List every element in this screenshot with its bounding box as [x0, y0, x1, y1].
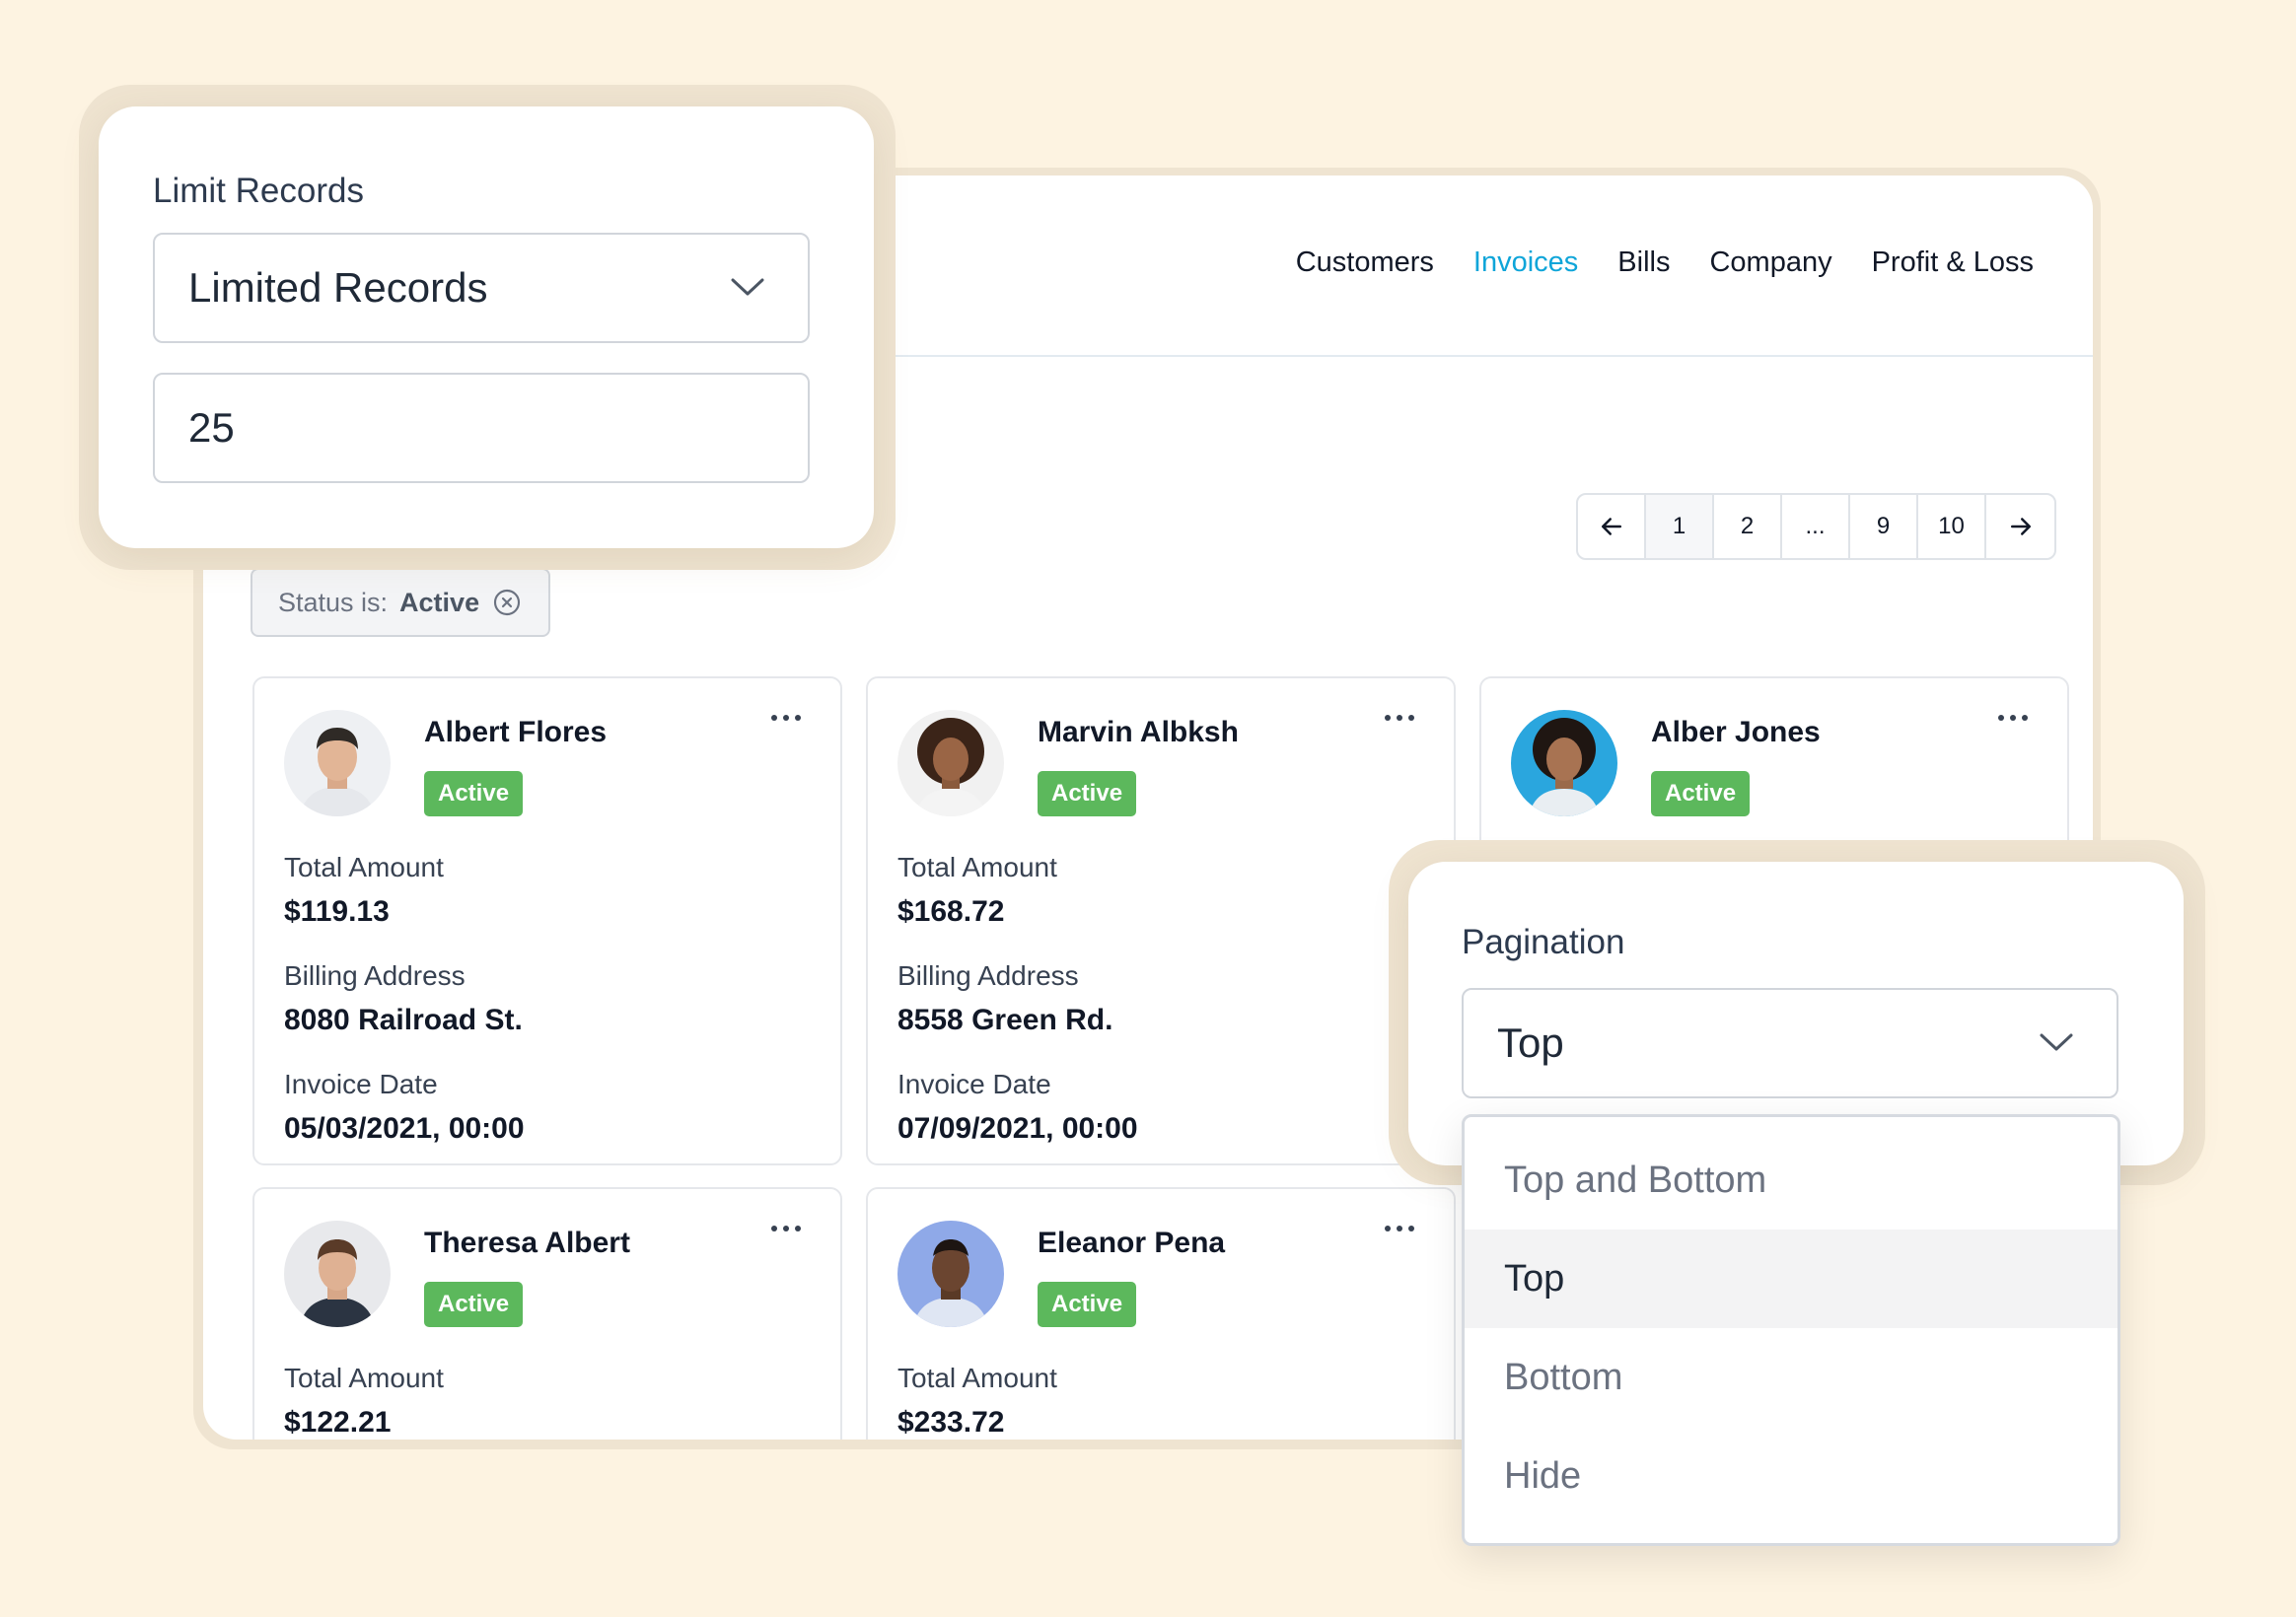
limit-records-input[interactable]: 25	[153, 373, 810, 483]
billing-address-label: Billing Address	[897, 960, 1079, 991]
more-options-icon[interactable]	[769, 1219, 803, 1238]
arrow-right-icon	[2010, 518, 2031, 535]
status-badge: Active	[424, 771, 524, 816]
invoice-card[interactable]: Theresa Albert Active Total Amount $122.…	[252, 1187, 842, 1440]
customer-name: Alber Jones	[1651, 716, 1821, 748]
nav-profit-loss[interactable]: Profit & Loss	[1872, 246, 2034, 279]
top-nav: Customers Invoices Bills Company Profit …	[1296, 246, 2034, 279]
invoice-card[interactable]: Albert Flores Active Total Amount $119.1…	[252, 676, 842, 1165]
limit-records-select[interactable]: Limited Records	[153, 233, 810, 343]
page-10-button[interactable]: 10	[1918, 495, 1986, 558]
avatar	[897, 1221, 1004, 1327]
invoice-date-value: 07/09/2021, 00:00	[897, 1112, 1138, 1145]
nav-bills[interactable]: Bills	[1617, 246, 1670, 279]
nav-customers[interactable]: Customers	[1296, 246, 1434, 279]
invoice-card[interactable]: Eleanor Pena Active Total Amount $233.72	[866, 1187, 1456, 1440]
total-amount-label: Total Amount	[284, 852, 444, 882]
avatar	[284, 1221, 391, 1327]
pagination-select-value: Top	[1497, 1019, 1564, 1066]
customer-name: Theresa Albert	[424, 1227, 630, 1259]
page-9-button[interactable]: 9	[1850, 495, 1918, 558]
filter-value: Active	[399, 587, 480, 617]
status-filter-chip[interactable]: Status is: Active	[251, 568, 551, 637]
page-2-button[interactable]: 2	[1714, 495, 1782, 558]
customer-name: Albert Flores	[424, 716, 608, 748]
billing-address-value: 8080 Railroad St.	[284, 1004, 523, 1036]
nav-invoices[interactable]: Invoices	[1473, 246, 1578, 279]
total-amount-value: $168.72	[897, 895, 1005, 928]
filter-prefix: Status is:	[278, 587, 389, 617]
avatar	[1511, 710, 1617, 816]
more-options-icon[interactable]	[769, 708, 803, 728]
total-amount-label: Total Amount	[897, 1363, 1057, 1393]
limit-records-input-value: 25	[188, 404, 235, 451]
pagination-label: Pagination	[1462, 923, 1625, 961]
invoice-date-label: Invoice Date	[897, 1069, 1051, 1099]
pagination-control: 1 2 ... 9 10	[1576, 493, 2056, 560]
chevron-down-icon	[731, 278, 764, 296]
total-amount-label: Total Amount	[284, 1363, 444, 1393]
option-top[interactable]: Top	[1465, 1230, 2117, 1328]
limit-records-label: Limit Records	[153, 172, 364, 210]
avatar	[897, 710, 1004, 816]
page-ellipsis: ...	[1782, 495, 1850, 558]
limit-records-select-value: Limited Records	[188, 264, 488, 311]
billing-address-value: 8558 Green Rd.	[897, 1004, 1113, 1036]
total-amount-label: Total Amount	[897, 852, 1057, 882]
more-options-icon[interactable]	[1996, 708, 2030, 728]
total-amount-value: $122.21	[284, 1406, 392, 1439]
status-badge: Active	[424, 1282, 524, 1327]
arrow-left-icon	[1601, 518, 1621, 535]
page-1-button[interactable]: 1	[1646, 495, 1714, 558]
option-bottom[interactable]: Bottom	[1465, 1328, 2117, 1427]
customer-name: Marvin Albksh	[1038, 716, 1239, 748]
chevron-down-icon	[2040, 1033, 2073, 1051]
next-page-button[interactable]	[1986, 495, 2054, 558]
billing-address-label: Billing Address	[284, 960, 466, 991]
more-options-icon[interactable]	[1383, 708, 1416, 728]
option-hide[interactable]: Hide	[1465, 1427, 2117, 1525]
option-top-and-bottom[interactable]: Top and Bottom	[1465, 1131, 2117, 1230]
status-badge: Active	[1038, 771, 1137, 816]
more-options-icon[interactable]	[1383, 1219, 1416, 1238]
avatar	[284, 710, 391, 816]
pagination-options-dropdown: Top and Bottom Top Bottom Hide	[1462, 1114, 2120, 1546]
prev-page-button[interactable]	[1578, 495, 1646, 558]
customer-name: Eleanor Pena	[1038, 1227, 1226, 1259]
invoice-card[interactable]: Marvin Albksh Active Total Amount $168.7…	[866, 676, 1456, 1165]
close-circle-icon[interactable]	[491, 587, 523, 618]
total-amount-value: $119.13	[284, 895, 390, 928]
status-badge: Active	[1651, 771, 1751, 816]
invoice-date-value: 05/03/2021, 00:00	[284, 1112, 525, 1145]
nav-company[interactable]: Company	[1709, 246, 1831, 279]
invoice-date-label: Invoice Date	[284, 1069, 438, 1099]
total-amount-value: $233.72	[897, 1406, 1005, 1439]
limit-records-panel: Limit Records Limited Records 25	[99, 106, 874, 548]
pagination-select[interactable]: Top	[1462, 988, 2118, 1098]
status-badge: Active	[1038, 1282, 1137, 1327]
